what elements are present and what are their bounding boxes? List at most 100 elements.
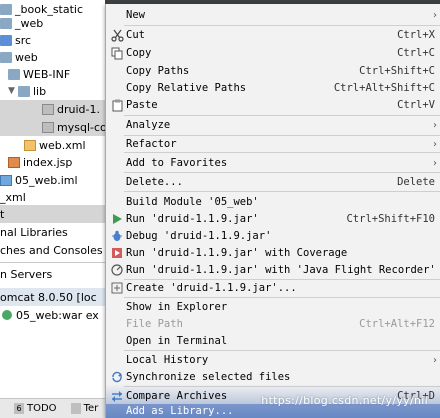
watermark: https://blog.csdn.net/y/yy/nil	[261, 394, 428, 407]
tree-row-web[interactable]: web	[0, 48, 120, 66]
deployment-label: 05_web:war ex	[16, 308, 99, 322]
menu-item-label: Local History	[126, 354, 209, 366]
menu-item-build-module[interactable]: Build Module '05_web'	[106, 193, 440, 211]
tree-row-web-iml[interactable]: 05_web.iml	[0, 171, 120, 189]
menu-item-refactor[interactable]: Refactor ›	[106, 135, 440, 153]
compare-icon	[110, 389, 124, 403]
menu-item-paste[interactable]: Paste Ctrl+V	[106, 96, 440, 114]
folder-icon	[8, 68, 20, 80]
tree-row-web-module[interactable]: _web	[0, 14, 120, 32]
tree-row-label: WEB-INF	[23, 67, 71, 81]
tree-row-scratches[interactable]: ches and Consoles	[0, 241, 120, 259]
source-folder-icon	[0, 34, 12, 46]
menu-item-label: Build Module '05_web'	[126, 196, 259, 208]
tree-row-label: web.xml	[39, 138, 86, 152]
menu-item-show-in-explorer[interactable]: Show in Explorer	[106, 298, 440, 316]
menu-item-local-history[interactable]: Local History ›	[106, 351, 440, 369]
menu-item-label: Analyze	[126, 119, 171, 131]
menu-item-open-in-terminal[interactable]: Open in Terminal	[106, 332, 440, 350]
menu-item-label: Debug 'druid-1.1.9.jar'	[126, 230, 272, 242]
tree-row-label: web	[15, 50, 38, 64]
menu-item-label: Open in Terminal	[126, 335, 228, 347]
tomcat-server-row[interactable]: omcat 8.0.50 [loc	[0, 288, 120, 306]
project-tree-panel: _book_static _web src web WEB-INF ▼ lib …	[0, 0, 120, 418]
tree-row-web-xml[interactable]: web.xml	[0, 136, 120, 154]
menu-item-new[interactable]: New ›	[106, 6, 440, 24]
menu-item-create[interactable]: Create 'druid-1.1.9.jar'...	[106, 279, 440, 297]
menu-item-label: Delete...	[126, 176, 183, 188]
shortcut-label: Ctrl+Shift+C	[359, 65, 435, 77]
tree-row-label: _web	[15, 16, 44, 30]
menu-separator	[124, 191, 440, 192]
shortcut-label: Ctrl+Alt+F12	[359, 318, 435, 330]
menu-separator	[124, 152, 440, 153]
menu-item-label: Copy	[126, 47, 152, 59]
run-icon	[110, 212, 124, 226]
paste-icon	[110, 98, 124, 112]
menu-item-add-to-favorites[interactable]: Add to Favorites ›	[106, 154, 440, 172]
copy-icon	[110, 46, 124, 60]
tree-row-label: ches and Consoles	[0, 243, 103, 257]
tree-row-xml[interactable]: _xml	[0, 188, 120, 206]
tree-row-external-libraries[interactable]: nal Libraries	[0, 223, 120, 241]
menu-item-label: Compare Archives	[126, 390, 228, 402]
chevron-right-icon: ›	[433, 119, 437, 131]
menu-item-copy-relative-paths[interactable]: Copy Relative Paths Ctrl+Alt+Shift+C	[106, 79, 440, 97]
sync-icon	[110, 370, 124, 384]
chevron-down-icon[interactable]: ▼	[8, 86, 18, 96]
menu-item-run[interactable]: Run 'druid-1.1.9.jar' Ctrl+Shift+F10	[106, 210, 440, 228]
tree-row-mysql-jar[interactable]: mysql-co	[0, 118, 120, 136]
todo-label: TODO	[27, 403, 57, 414]
scissors-icon	[110, 28, 124, 42]
shortcut-label: Delete	[397, 176, 435, 188]
menu-item-analyze[interactable]: Analyze ›	[106, 116, 440, 134]
flight-recorder-icon	[110, 263, 124, 277]
folder-icon	[18, 85, 30, 97]
check-icon	[2, 310, 12, 320]
module-folder-icon	[0, 17, 12, 29]
menu-item-cut[interactable]: Cut Ctrl+X	[106, 26, 440, 44]
menu-item-label: Add to Favorites	[126, 157, 228, 169]
menu-item-label: Run 'druid-1.1.9.jar' with Coverage	[126, 247, 348, 259]
menu-item-label: Cut	[126, 29, 145, 41]
menu-item-run-coverage[interactable]: Run 'druid-1.1.9.jar' with Coverage	[106, 244, 440, 262]
menu-item-synchronize[interactable]: Synchronize selected files	[106, 368, 440, 386]
create-config-icon	[110, 281, 124, 295]
chevron-right-icon: ›	[433, 157, 437, 169]
tree-row-label: src	[15, 33, 32, 47]
jar-icon	[42, 121, 54, 133]
todo-tab[interactable]: 6 TODO	[14, 403, 57, 414]
tree-row-web-inf[interactable]: WEB-INF	[0, 65, 120, 83]
tree-row-t[interactable]: t	[0, 205, 120, 223]
terminal-tab[interactable]: Ter	[70, 403, 99, 414]
menu-item-debug[interactable]: Debug 'druid-1.1.9.jar'	[106, 227, 440, 245]
deployment-row[interactable]: 05_web:war ex	[0, 306, 120, 324]
menu-item-copy-paths[interactable]: Copy Paths Ctrl+Shift+C	[106, 62, 440, 80]
tree-row-druid-jar[interactable]: druid-1.	[0, 100, 120, 118]
tree-row-index-jsp[interactable]: index.jsp	[0, 153, 120, 171]
iml-file-icon	[0, 174, 12, 186]
tree-row-label: mysql-co	[57, 120, 107, 134]
tree-row-label: 05_web.iml	[15, 173, 78, 187]
menu-item-label: Run 'druid-1.1.9.jar' with 'Java Flight …	[126, 264, 436, 276]
chevron-right-icon: ›	[433, 138, 437, 150]
context-menu: New › Cut Ctrl+X Copy Ctrl+C Copy Paths …	[105, 4, 440, 418]
web-folder-icon	[0, 51, 12, 63]
menu-item-label: Create 'druid-1.1.9.jar'...	[126, 282, 297, 294]
shortcut-label: Ctrl+Shift+F10	[346, 213, 435, 225]
menu-item-delete[interactable]: Delete... Delete	[106, 173, 440, 191]
shortcut-label: Ctrl+X	[397, 29, 435, 41]
shortcut-label: Ctrl+V	[397, 99, 435, 111]
menu-item-copy[interactable]: Copy Ctrl+C	[106, 44, 440, 62]
panel-divider	[0, 262, 120, 263]
shortcut-label: Ctrl+Alt+Shift+C	[333, 82, 435, 94]
tree-row-lib[interactable]: ▼ lib	[0, 82, 120, 100]
tree-row-label: t	[0, 207, 5, 221]
terminal-label: Ter	[83, 403, 99, 414]
menu-item-run-jfr[interactable]: Run 'druid-1.1.9.jar' with 'Java Flight …	[106, 261, 440, 279]
module-folder-icon	[0, 3, 12, 15]
tree-row-src[interactable]: src	[0, 31, 120, 49]
menu-item-file-path[interactable]: File Path Ctrl+Alt+F12	[106, 315, 440, 333]
menu-item-label: Refactor	[126, 138, 177, 150]
tree-row-label: index.jsp	[23, 155, 73, 169]
